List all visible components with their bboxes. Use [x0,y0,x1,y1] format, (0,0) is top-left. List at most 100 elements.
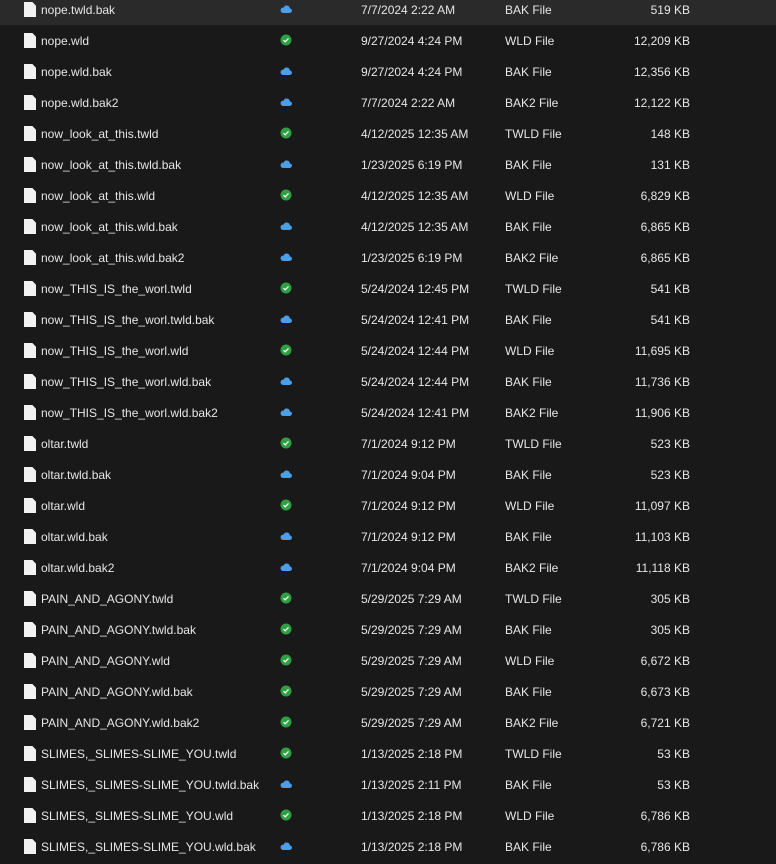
file-date: 1/13/2025 2:18 PM [361,840,463,854]
file-row[interactable]: oltar.wld.bak2 7/1/2024 9:04 PM BAK2 Fil… [0,552,776,583]
file-date: 9/27/2024 4:24 PM [361,65,463,79]
file-row[interactable]: now_look_at_this.wld.bak 4/12/2025 12:35… [0,211,776,242]
file-row[interactable]: oltar.twld 7/1/2024 9:12 PM TWLD File 52… [0,428,776,459]
file-name: PAIN_AND_AGONY.wld.bak [41,685,193,699]
file-name: PAIN_AND_AGONY.wld [41,654,170,668]
file-name: now_THIS_IS_the_worl.twld [41,282,192,296]
file-type: WLD File [505,34,555,48]
file-name: now_look_at_this.twld [41,127,159,141]
file-date: 5/24/2024 12:45 PM [361,282,470,296]
file-icon [24,746,36,761]
file-row[interactable]: SLIMES,_SLIMES-SLIME_YOU.wld.bak 1/13/20… [0,831,776,862]
cloud-icon [280,96,292,108]
file-icon [24,250,36,265]
file-row[interactable]: PAIN_AND_AGONY.twld 5/29/2025 7:29 AM TW… [0,583,776,614]
file-size: 541 KB [650,313,690,327]
cloud-icon [280,65,292,77]
file-type: BAK2 File [505,251,559,265]
file-row[interactable]: nope.twld.bak 7/7/2024 2:22 AM BAK File … [0,0,776,25]
file-row[interactable]: SLIMES,_SLIMES-SLIME_YOU.wld 1/13/2025 2… [0,800,776,831]
file-row[interactable]: oltar.wld 7/1/2024 9:12 PM WLD File 11,0… [0,490,776,521]
file-icon [24,467,36,482]
file-type: BAK File [505,840,552,854]
cloud-icon [280,251,292,263]
file-row[interactable]: SLIMES,_SLIMES-SLIME_YOU.twld 1/13/2025 … [0,738,776,769]
file-name: nope.wld [41,34,90,48]
file-row[interactable]: nope.wld 9/27/2024 4:24 PM WLD File 12,2… [0,25,776,56]
file-row[interactable]: now_THIS_IS_the_worl.wld.bak 5/24/2024 1… [0,366,776,397]
file-date: 4/12/2025 12:35 AM [361,220,469,234]
file-row[interactable]: PAIN_AND_AGONY.wld.bak2 5/29/2025 7:29 A… [0,707,776,738]
file-size: 6,786 KB [640,809,690,823]
check-icon [280,623,292,635]
file-size: 6,829 KB [640,189,690,203]
file-row[interactable]: SLIMES,_SLIMES-SLIME_YOU.twld.bak 1/13/2… [0,769,776,800]
file-date: 7/7/2024 2:22 AM [361,3,456,17]
file-icon [24,715,36,730]
file-row[interactable]: nope.wld.bak2 7/7/2024 2:22 AM BAK2 File… [0,87,776,118]
file-name: now_look_at_this.wld.bak [41,220,178,234]
file-row[interactable]: now_THIS_IS_the_worl.twld 5/24/2024 12:4… [0,273,776,304]
check-icon [280,282,292,294]
file-icon [24,281,36,296]
file-list: nope.twld.bak 7/7/2024 2:22 AM BAK File … [0,0,776,862]
file-type: BAK File [505,220,552,234]
file-row[interactable]: now_THIS_IS_the_worl.wld.bak2 5/24/2024 … [0,397,776,428]
file-row[interactable]: now_look_at_this.twld 4/12/2025 12:35 AM… [0,118,776,149]
file-name: now_THIS_IS_the_worl.wld.bak2 [41,406,218,420]
file-row[interactable]: nope.wld.bak 9/27/2024 4:24 PM BAK File … [0,56,776,87]
file-icon [24,653,36,668]
file-size: 541 KB [650,282,690,296]
file-row[interactable]: now_look_at_this.wld.bak2 1/23/2025 6:19… [0,242,776,273]
check-icon [280,127,292,139]
file-date: 7/1/2024 9:04 PM [361,561,456,575]
file-row[interactable]: oltar.twld.bak 7/1/2024 9:04 PM BAK File… [0,459,776,490]
file-type: BAK2 File [505,716,559,730]
file-name: oltar.wld [41,499,86,513]
file-date: 5/29/2025 7:29 AM [361,685,462,699]
file-type: BAK File [505,623,552,637]
file-row[interactable]: now_THIS_IS_the_worl.wld 5/24/2024 12:44… [0,335,776,366]
cloud-icon [280,406,292,418]
file-size: 11,695 KB [634,344,690,358]
file-size: 6,721 KB [640,716,690,730]
check-icon [280,716,292,728]
file-date: 7/7/2024 2:22 AM [361,96,456,110]
file-type: WLD File [505,344,555,358]
file-name: now_THIS_IS_the_worl.wld.bak [41,375,212,389]
check-icon [280,344,292,356]
file-name: PAIN_AND_AGONY.twld [41,592,174,606]
file-name: nope.wld.bak2 [41,96,119,110]
file-icon [24,622,36,637]
file-type: BAK2 File [505,561,559,575]
file-name: PAIN_AND_AGONY.wld.bak2 [41,716,200,730]
file-row[interactable]: PAIN_AND_AGONY.wld.bak 5/29/2025 7:29 AM… [0,676,776,707]
file-row[interactable]: oltar.wld.bak 7/1/2024 9:12 PM BAK File … [0,521,776,552]
file-size: 11,103 KB [634,530,690,544]
file-type: TWLD File [505,592,562,606]
file-icon [24,560,36,575]
file-size: 12,122 KB [633,96,690,110]
file-type: BAK File [505,158,552,172]
file-row[interactable]: now_look_at_this.twld.bak 1/23/2025 6:19… [0,149,776,180]
file-date: 7/1/2024 9:12 PM [361,499,456,513]
file-date: 7/1/2024 9:12 PM [361,437,456,451]
check-icon [280,499,292,511]
cloud-icon [280,220,292,232]
file-type: BAK File [505,375,552,389]
file-size: 11,736 KB [634,375,690,389]
file-size: 11,906 KB [634,406,690,420]
file-name: SLIMES,_SLIMES-SLIME_YOU.twld.bak [41,778,260,792]
file-type: WLD File [505,809,555,823]
file-icon [24,2,36,17]
file-row[interactable]: PAIN_AND_AGONY.twld.bak 5/29/2025 7:29 A… [0,614,776,645]
file-date: 7/1/2024 9:12 PM [361,530,456,544]
file-row[interactable]: now_THIS_IS_the_worl.twld.bak 5/24/2024 … [0,304,776,335]
file-name: oltar.twld.bak [41,468,112,482]
file-size: 523 KB [650,437,690,451]
file-date: 1/13/2025 2:11 PM [361,778,462,792]
file-type: WLD File [505,654,555,668]
file-row[interactable]: PAIN_AND_AGONY.wld 5/29/2025 7:29 AM WLD… [0,645,776,676]
file-row[interactable]: now_look_at_this.wld 4/12/2025 12:35 AM … [0,180,776,211]
check-icon [280,437,292,449]
